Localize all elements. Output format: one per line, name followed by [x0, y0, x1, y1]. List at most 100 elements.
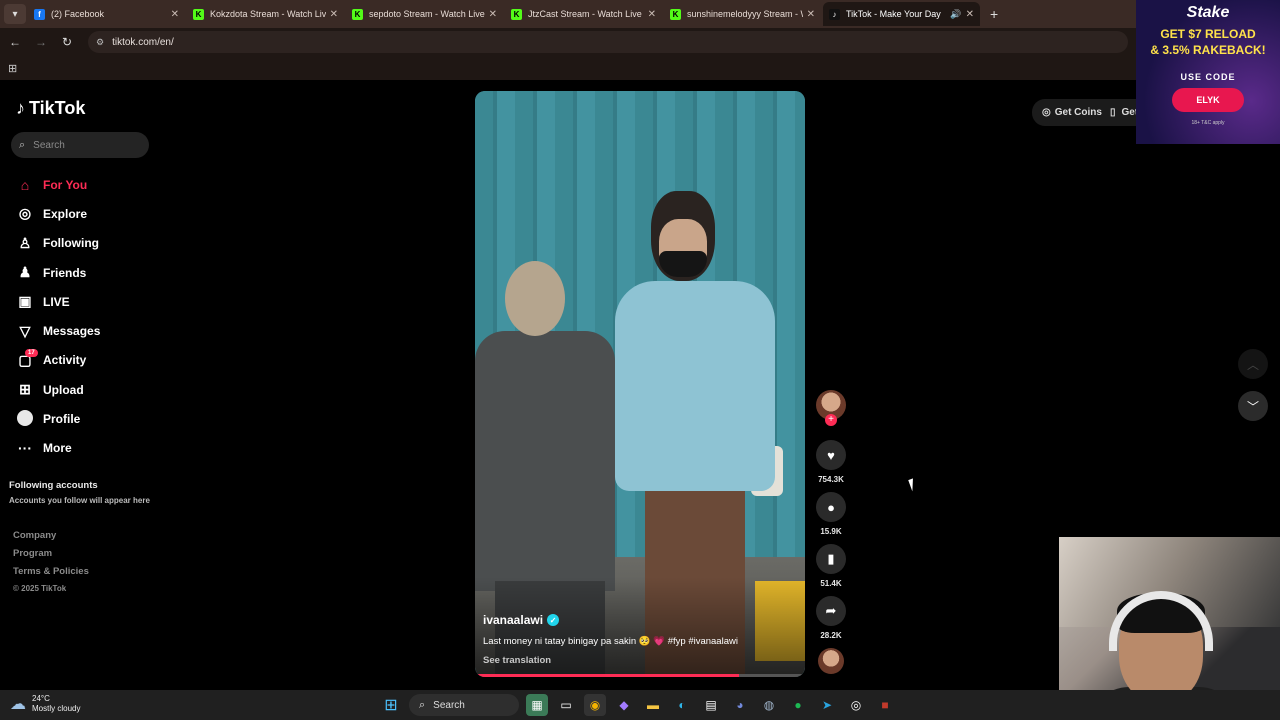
- tab-search-menu[interactable]: ▾: [4, 4, 26, 24]
- messages-icon: ▽: [19, 322, 31, 339]
- url-field[interactable]: ⚙ tiktok.com/en/: [88, 31, 1128, 53]
- tab-close-icon[interactable]: ✕: [171, 9, 179, 20]
- tab-close-icon[interactable]: ✕: [489, 9, 497, 20]
- sidebar-item-label: More: [43, 441, 72, 456]
- sidebar-footer: Company Program Terms & Policies © 2025 …: [13, 530, 89, 602]
- apps-grid-icon[interactable]: ⊞: [8, 62, 17, 75]
- weather-widget[interactable]: ☁ 24°C Mostly cloudy: [10, 694, 80, 714]
- tab-favicon-icon: f: [34, 8, 45, 20]
- browser-tab[interactable]: f (2) Facebook ✕: [28, 2, 185, 26]
- tab-strip: f (2) Facebook ✕ K Kokzdota Stream - Watch L…: [26, 2, 980, 26]
- tab-close-icon[interactable]: ✕: [966, 9, 974, 20]
- more-icon: ···: [18, 440, 32, 457]
- file-explorer-icon[interactable]: ▬: [642, 694, 664, 716]
- chrome-icon[interactable]: ◉: [584, 694, 606, 716]
- taskbar-search-label: Search: [433, 699, 465, 711]
- windows-taskbar: ☁ 24°C Mostly cloudy ⊞ ⌕ Search ▦ ▭ ◉ ◆ …: [0, 690, 1280, 720]
- copyright: © 2025 TikTok: [13, 584, 67, 593]
- home-icon: ⌂: [20, 176, 30, 193]
- browser-tab[interactable]: Ksepdoto Stream - Watch Live o ✕: [346, 2, 503, 26]
- tab-close-icon[interactable]: ✕: [330, 9, 338, 20]
- task-view-icon[interactable]: ▭: [555, 694, 577, 716]
- share-button[interactable]: ➦: [816, 596, 846, 626]
- taskbar-apps: ⊞ ⌕ Search ▦ ▭ ◉ ◆ ▬ ◐ ▤ ◕ ◍ ● ➤ ◎ ■: [380, 694, 903, 716]
- obs-icon[interactable]: ◎: [845, 694, 867, 716]
- widgets-icon[interactable]: ▦: [526, 694, 548, 716]
- windows-start-icon[interactable]: ⊞: [380, 694, 402, 716]
- browser-tab[interactable]: ♪ TikTok - Make Your Day 🔊 ✕: [823, 2, 980, 26]
- store-icon[interactable]: ▤: [700, 694, 722, 716]
- comment-count: 15.9K: [820, 527, 842, 536]
- get-coins-button[interactable]: Get Coins: [1055, 107, 1102, 118]
- browser-tab[interactable]: K Kokzdota Stream - Watch Live o ✕: [187, 2, 344, 26]
- chevron-up-icon: ︿: [1246, 357, 1259, 372]
- live-icon: ▣: [18, 293, 32, 310]
- footer-link-terms[interactable]: Terms & Policies: [13, 566, 89, 584]
- ad-code-button: ELYK: [1172, 88, 1244, 112]
- weather-condition: Mostly cloudy: [32, 704, 81, 713]
- telegram-icon[interactable]: ➤: [816, 694, 838, 716]
- sidebar-item-more[interactable]: ··· More: [16, 434, 100, 463]
- sidebar-item-live[interactable]: ▣ LIVE: [16, 287, 100, 316]
- spotify-icon[interactable]: ●: [787, 694, 809, 716]
- sidebar-item-activity[interactable]: ▢ 17 Activity: [16, 346, 100, 375]
- see-translation-link[interactable]: See translation: [483, 655, 551, 666]
- reload-button[interactable]: ↻: [56, 35, 78, 49]
- video-username[interactable]: ivanaalawi ✓: [483, 613, 560, 627]
- tab-close-icon[interactable]: ✕: [648, 9, 656, 20]
- tiktok-logo[interactable]: ♪ TikTok: [16, 98, 85, 119]
- sidebar-item-label: LIVE: [43, 294, 70, 309]
- tab-favicon-icon: K: [670, 8, 681, 20]
- sidebar-item-upload[interactable]: ⊞ Upload: [16, 375, 100, 404]
- tab-close-icon[interactable]: ✕: [807, 9, 815, 20]
- sound-disc-icon[interactable]: [818, 648, 844, 674]
- save-button[interactable]: ▮: [816, 544, 846, 574]
- sidebar-item-for-you[interactable]: ⌂ For You: [16, 170, 100, 199]
- bookmark-icon: ▮: [827, 551, 835, 566]
- copilot-icon[interactable]: ◆: [613, 694, 635, 716]
- browser-tab[interactable]: K JtzCast Stream - Watch Live on ✕: [505, 2, 662, 26]
- like-button[interactable]: ♥: [816, 440, 846, 470]
- new-tab-button[interactable]: +: [990, 6, 998, 22]
- sidebar-item-profile[interactable]: Profile: [16, 404, 100, 433]
- ad-brand-logo: Stake: [1186, 4, 1230, 21]
- sidebar-item-messages[interactable]: ▽ Messages: [16, 316, 101, 345]
- forward-button[interactable]: →: [30, 35, 52, 49]
- creator-avatar[interactable]: +: [816, 390, 846, 426]
- video-player[interactable]: ivanaalawi ✓ Last money ni tatay binigay…: [475, 91, 805, 677]
- browser-tab[interactable]: Ksunshinemelodyyy Stream - Wa ✕: [664, 2, 821, 26]
- comment-button[interactable]: ●: [816, 492, 846, 522]
- search-input[interactable]: ⌕ Search: [11, 132, 149, 158]
- dota-icon[interactable]: ■: [874, 694, 896, 716]
- footer-link-company[interactable]: Company: [13, 530, 89, 548]
- edge-icon[interactable]: ◐: [671, 694, 693, 716]
- tiktok-note-icon: ♪: [16, 98, 25, 118]
- back-button[interactable]: ←: [4, 35, 26, 49]
- action-bar: + ♥ 754.3K ● 15.9K ▮ 51.4K ➦ 28.2K: [815, 390, 847, 674]
- video-progress-bar[interactable]: [475, 674, 805, 677]
- sidebar-item-following[interactable]: ♙ Following: [16, 229, 100, 258]
- follow-plus-icon[interactable]: +: [825, 414, 837, 426]
- ad-headline-2: & 3.5% RAKEBACK!: [1150, 43, 1266, 57]
- profile-avatar: [16, 409, 34, 429]
- stake-ad-overlay: Stake GET $7 RELOAD & 3.5% RAKEBACK! USE…: [1136, 0, 1280, 144]
- next-video-button[interactable]: ﹀: [1238, 391, 1268, 421]
- previous-video-button[interactable]: ︿: [1238, 349, 1268, 379]
- search-icon: ⌕: [19, 138, 26, 151]
- sidebar-item-label: Messages: [43, 324, 101, 339]
- bookmarks-bar: ⊞: [0, 56, 1280, 80]
- discord-icon[interactable]: ◕: [729, 694, 751, 716]
- tab-favicon-icon: K: [193, 8, 204, 20]
- phone-icon: ▯: [1109, 107, 1116, 118]
- taskbar-search[interactable]: ⌕ Search: [409, 694, 519, 716]
- sidebar-item-explore[interactable]: ◎ Explore: [16, 199, 100, 228]
- sidebar: ♪ TikTok ⌕ Search ⌂ For You ◎ Explore ♙ Follo…: [0, 80, 170, 690]
- sidebar-item-friends[interactable]: ♟ Friends: [16, 258, 100, 287]
- friends-icon: ♟: [18, 264, 32, 281]
- steam-icon[interactable]: ◍: [758, 694, 780, 716]
- tab-audio-icon[interactable]: 🔊: [950, 9, 961, 20]
- like-count: 754.3K: [818, 475, 844, 484]
- footer-link-program[interactable]: Program: [13, 548, 89, 566]
- address-bar-row: ← → ↻ ⚙ tiktok.com/en/: [0, 28, 1280, 56]
- site-info-icon[interactable]: ⚙: [96, 37, 104, 48]
